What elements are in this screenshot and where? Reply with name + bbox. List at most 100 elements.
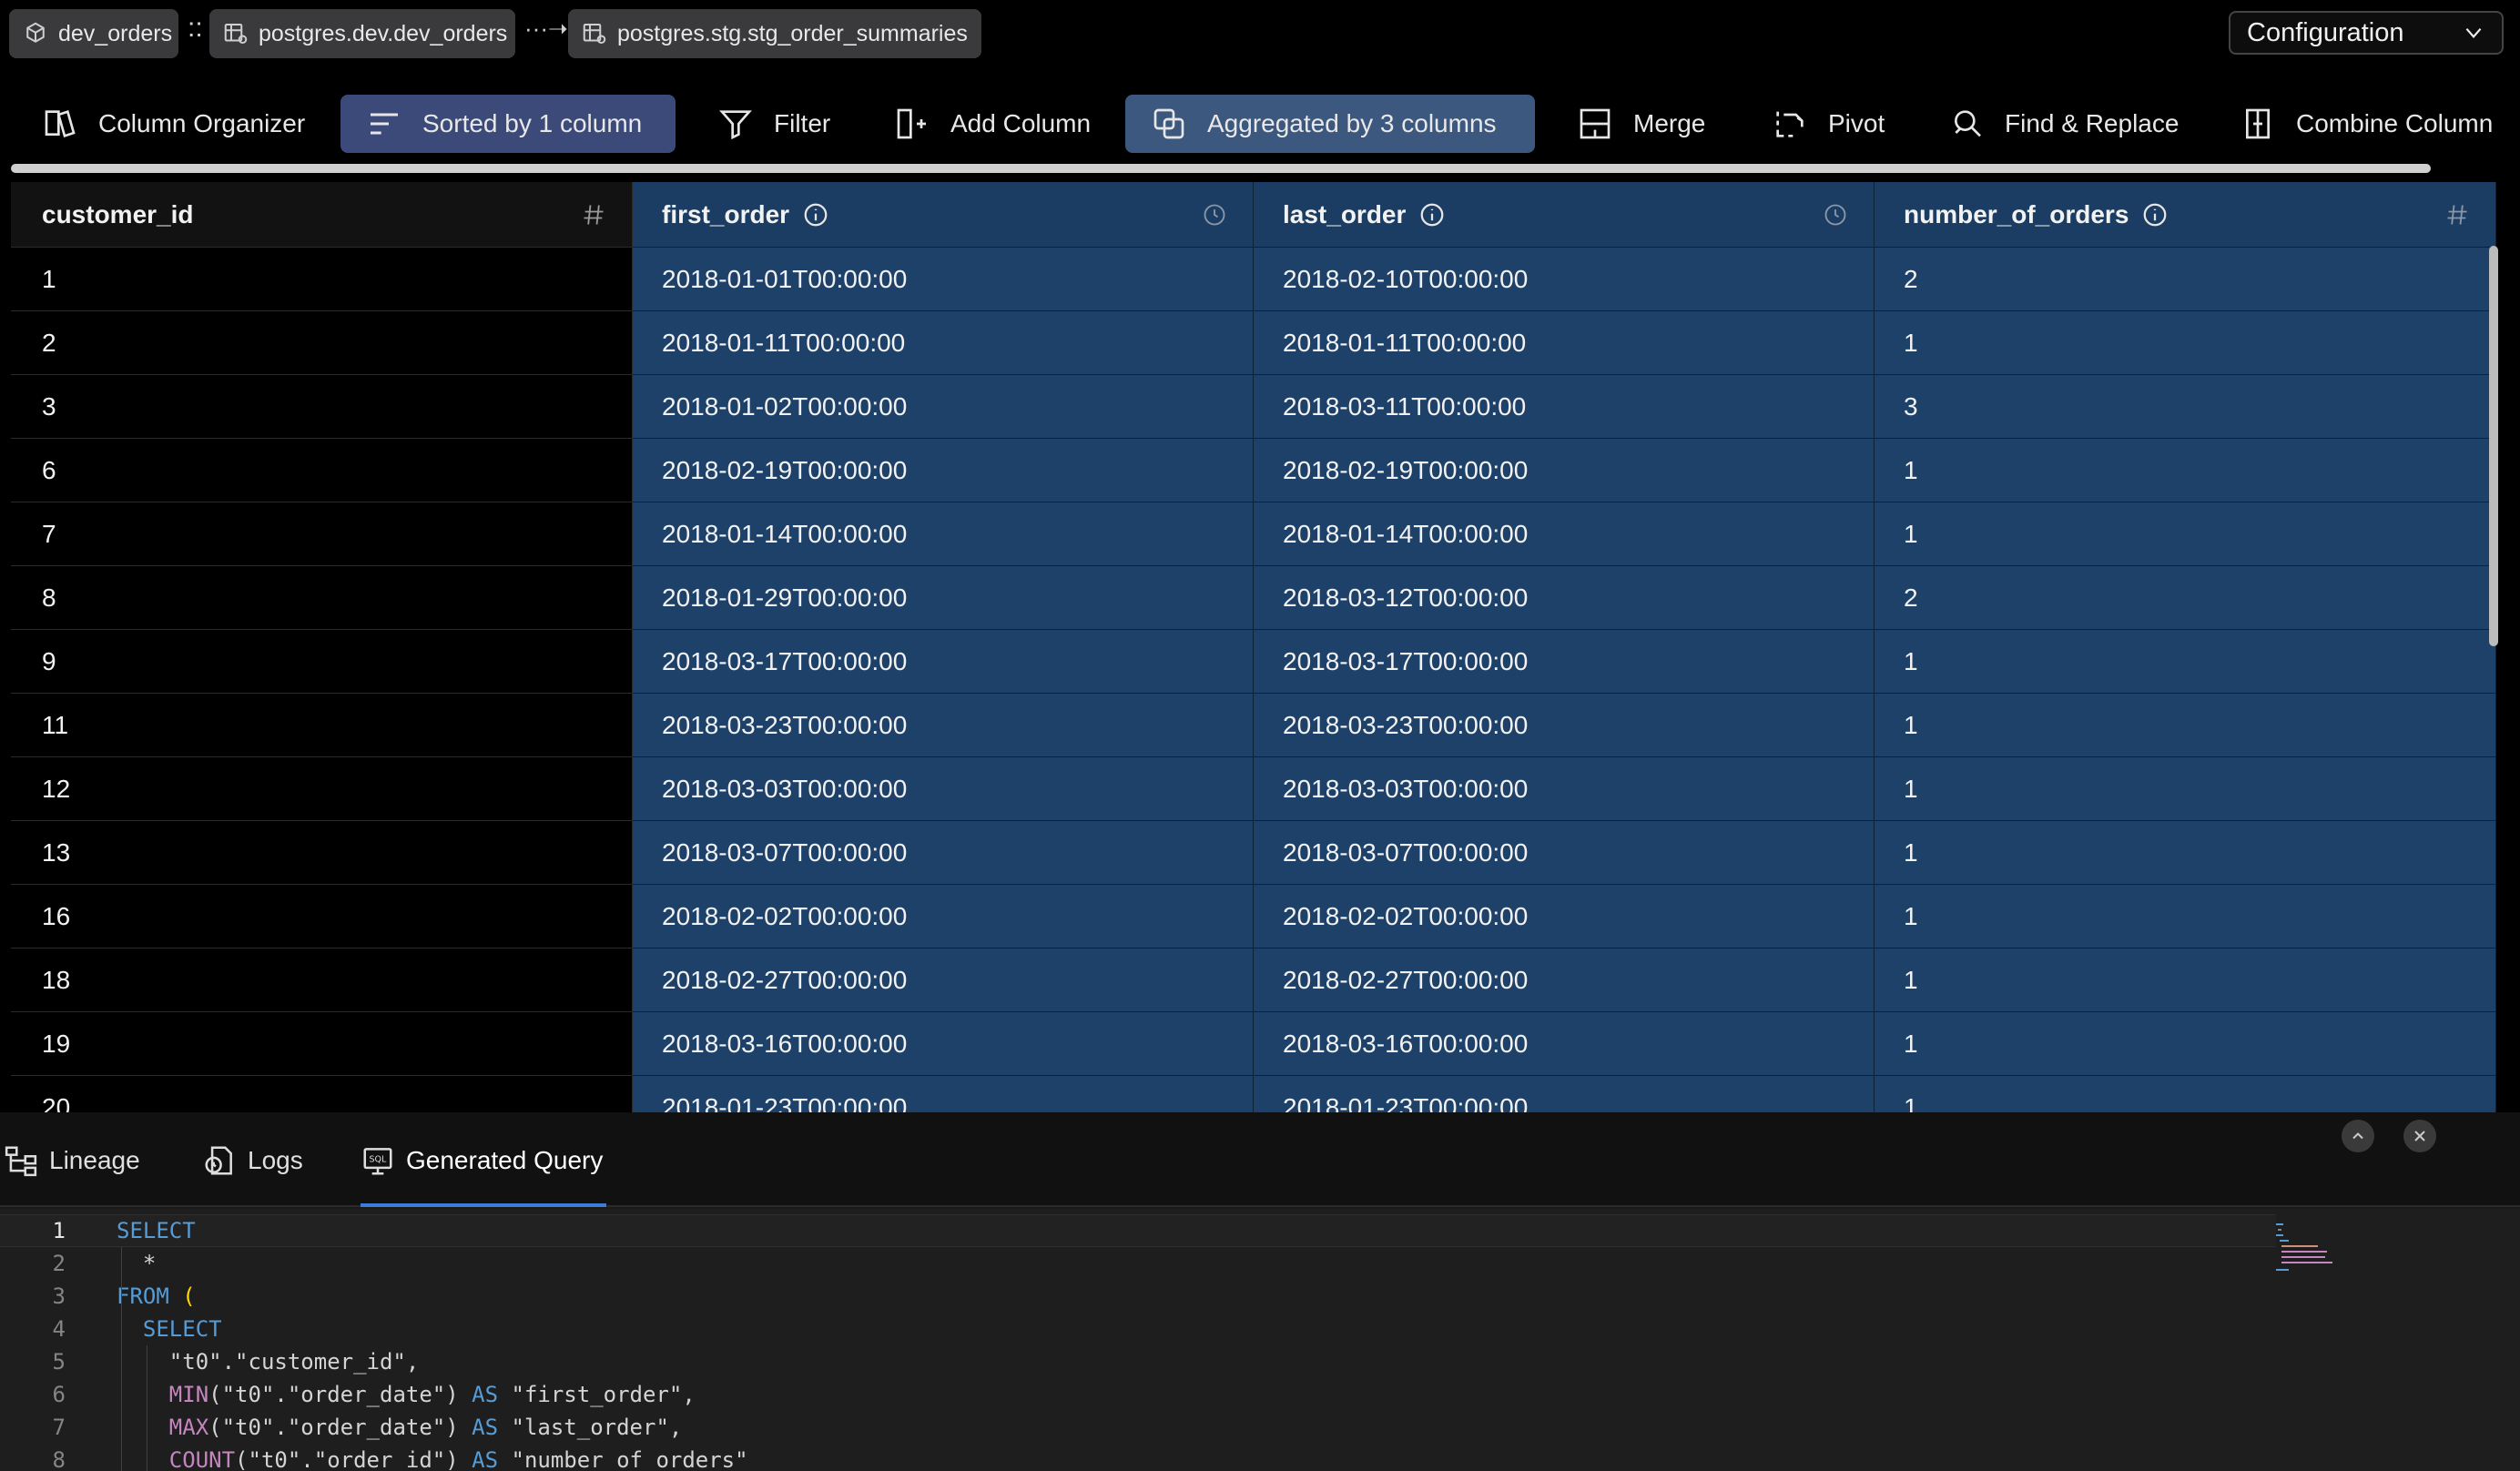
number-of-orders-cell[interactable]: 1: [1875, 1076, 2496, 1112]
combine-column-button[interactable]: Combine Column: [2214, 95, 2516, 153]
number-of-orders-cell[interactable]: 1: [1875, 885, 2496, 949]
first-order-cell[interactable]: 2018-01-23T00:00:00: [633, 1076, 1254, 1112]
customer-id-cell[interactable]: 2: [11, 311, 633, 375]
column-header-customer-id[interactable]: customer_id: [11, 182, 633, 248]
table-row[interactable]: 6 2018-02-19T00:00:00 2018-02-19T00:00:00 1: [11, 439, 2496, 502]
customer-id-cell[interactable]: 20: [11, 1076, 633, 1112]
table-row[interactable]: 1 2018-01-01T00:00:00 2018-02-10T00:00:00 2: [11, 248, 2496, 311]
configuration-dropdown[interactable]: Configuration: [2229, 11, 2504, 55]
column-header-first-order[interactable]: first_order: [633, 182, 1254, 248]
table-row[interactable]: 12 2018-03-03T00:00:00 2018-03-03T00:00:00…: [11, 757, 2496, 821]
customer-id-cell[interactable]: 18: [11, 949, 633, 1012]
table-row[interactable]: 8 2018-01-29T00:00:00 2018-03-12T00:00:00 2: [11, 566, 2496, 630]
breadcrumb-source[interactable]: postgres.dev.dev_orders: [209, 9, 515, 58]
table-row[interactable]: 2 2018-01-11T00:00:00 2018-01-11T00:00:00 1: [11, 311, 2496, 375]
customer-id-cell[interactable]: 1: [11, 248, 633, 311]
first-order-cell[interactable]: 2018-03-17T00:00:00: [633, 630, 1254, 694]
query-editor[interactable]: 1 SELECT 2 * 3 FROM (4 SELECT 5 "t0"."custome…: [0, 1209, 2520, 1471]
first-order-cell[interactable]: 2018-02-19T00:00:00: [633, 439, 1254, 502]
last-order-cell[interactable]: 2018-03-23T00:00:00: [1254, 694, 1875, 757]
first-order-cell[interactable]: 2018-01-01T00:00:00: [633, 248, 1254, 311]
pivot-button[interactable]: Pivot: [1746, 95, 1908, 153]
number-of-orders-cell[interactable]: 1: [1875, 1012, 2496, 1076]
number-of-orders-cell[interactable]: 1: [1875, 694, 2496, 757]
first-order-cell[interactable]: 2018-03-07T00:00:00: [633, 821, 1254, 885]
table-row[interactable]: 9 2018-03-17T00:00:00 2018-03-17T00:00:00 1: [11, 630, 2496, 694]
customer-id-cell[interactable]: 6: [11, 439, 633, 502]
table-row[interactable]: 11 2018-03-23T00:00:00 2018-03-23T00:00:00…: [11, 694, 2496, 757]
number-of-orders-cell[interactable]: 1: [1875, 757, 2496, 821]
last-order-cell[interactable]: 2018-03-03T00:00:00: [1254, 757, 1875, 821]
breadcrumb-model[interactable]: dev_orders: [9, 9, 178, 58]
filter-button[interactable]: Filter: [692, 95, 854, 153]
breadcrumb-target[interactable]: postgres.stg.stg_order_summaries: [568, 9, 981, 58]
merge-button[interactable]: Merge: [1551, 95, 1729, 153]
first-order-cell[interactable]: 2018-03-16T00:00:00: [633, 1012, 1254, 1076]
aggregate-button[interactable]: Aggregated by 3 columns: [1125, 95, 1535, 153]
info-icon[interactable]: [802, 201, 829, 228]
first-order-cell[interactable]: 2018-03-23T00:00:00: [633, 694, 1254, 757]
column-header-number-of-orders[interactable]: number_of_orders: [1875, 182, 2496, 248]
table-row[interactable]: 19 2018-03-16T00:00:00 2018-03-16T00:00:00…: [11, 1012, 2496, 1076]
table-row[interactable]: 3 2018-01-02T00:00:00 2018-03-11T00:00:00 3: [11, 375, 2496, 439]
last-order-cell[interactable]: 2018-02-27T00:00:00: [1254, 949, 1875, 1012]
table-row[interactable]: 13 2018-03-07T00:00:00 2018-03-07T00:00:00…: [11, 821, 2496, 885]
customer-id-cell[interactable]: 3: [11, 375, 633, 439]
first-order-cell[interactable]: 2018-01-02T00:00:00: [633, 375, 1254, 439]
first-order-cell[interactable]: 2018-02-27T00:00:00: [633, 949, 1254, 1012]
toolbar-scrollbar[interactable]: [11, 164, 2431, 173]
first-order-cell[interactable]: 2018-03-03T00:00:00: [633, 757, 1254, 821]
first-order-cell[interactable]: 2018-01-29T00:00:00: [633, 566, 1254, 630]
number-of-orders-cell[interactable]: 1: [1875, 311, 2496, 375]
sort-button[interactable]: Sorted by 1 column: [340, 95, 676, 153]
last-order-cell[interactable]: 2018-03-16T00:00:00: [1254, 1012, 1875, 1076]
number-of-orders-cell[interactable]: 1: [1875, 630, 2496, 694]
last-order-cell[interactable]: 2018-03-17T00:00:00: [1254, 630, 1875, 694]
editor-minimap[interactable]: [2276, 1223, 2376, 1278]
number-of-orders-cell[interactable]: 2: [1875, 566, 2496, 630]
customer-id-cell[interactable]: 7: [11, 502, 633, 566]
table-row[interactable]: 16 2018-02-02T00:00:00 2018-02-02T00:00:00…: [11, 885, 2496, 949]
last-order-cell[interactable]: 2018-03-11T00:00:00: [1254, 375, 1875, 439]
table-row[interactable]: 18 2018-02-27T00:00:00 2018-02-27T00:00:00…: [11, 949, 2496, 1012]
last-order-cell[interactable]: 2018-02-02T00:00:00: [1254, 885, 1875, 949]
first-order-cell[interactable]: 2018-01-14T00:00:00: [633, 502, 1254, 566]
number-of-orders-cell[interactable]: 1: [1875, 949, 2496, 1012]
number-of-orders-cell[interactable]: 3: [1875, 375, 2496, 439]
last-order-cell[interactable]: 2018-01-14T00:00:00: [1254, 502, 1875, 566]
number-of-orders-cell[interactable]: 1: [1875, 439, 2496, 502]
find-replace-button[interactable]: Find & Replace: [1923, 95, 2202, 153]
last-order-cell[interactable]: 2018-02-19T00:00:00: [1254, 439, 1875, 502]
tab-generated-query[interactable]: SQL Generated Query: [361, 1140, 603, 1182]
grid-vertical-scrollbar[interactable]: [2489, 246, 2498, 646]
number-of-orders-cell[interactable]: 1: [1875, 821, 2496, 885]
info-icon[interactable]: [2141, 201, 2169, 228]
customer-id-cell[interactable]: 9: [11, 630, 633, 694]
tab-lineage[interactable]: Lineage: [4, 1140, 140, 1182]
number-of-orders-cell[interactable]: 2: [1875, 248, 2496, 311]
last-order-cell[interactable]: 2018-01-11T00:00:00: [1254, 311, 1875, 375]
last-order-cell[interactable]: 2018-02-10T00:00:00: [1254, 248, 1875, 311]
panel-close-button[interactable]: [2403, 1120, 2436, 1152]
panel-expand-button[interactable]: [2342, 1120, 2374, 1152]
add-column-button[interactable]: Add Column: [869, 95, 1114, 153]
table-row[interactable]: 7 2018-01-14T00:00:00 2018-01-14T00:00:00 1: [11, 502, 2496, 566]
customer-id-cell[interactable]: 13: [11, 821, 633, 885]
column-header-last-order[interactable]: last_order: [1254, 182, 1875, 248]
column-organizer-button[interactable]: Column Organizer: [16, 95, 329, 153]
customer-id-cell[interactable]: 19: [11, 1012, 633, 1076]
first-order-cell[interactable]: 2018-02-02T00:00:00: [633, 885, 1254, 949]
customer-id-cell[interactable]: 8: [11, 566, 633, 630]
number-of-orders-cell[interactable]: 1: [1875, 502, 2496, 566]
customer-id-cell[interactable]: 11: [11, 694, 633, 757]
table-row[interactable]: 20 2018-01-23T00:00:00 2018-01-23T00:00:00…: [11, 1076, 2496, 1112]
customer-id-cell[interactable]: 12: [11, 757, 633, 821]
first-order-cell[interactable]: 2018-01-11T00:00:00: [633, 311, 1254, 375]
last-order-cell[interactable]: 2018-03-07T00:00:00: [1254, 821, 1875, 885]
tab-logs[interactable]: Logs: [202, 1140, 303, 1182]
last-order-cell[interactable]: 2018-03-12T00:00:00: [1254, 566, 1875, 630]
data-grid: customer_id first_order last_order numbe…: [11, 182, 2496, 1112]
customer-id-cell[interactable]: 16: [11, 885, 633, 949]
last-order-cell[interactable]: 2018-01-23T00:00:00: [1254, 1076, 1875, 1112]
info-icon[interactable]: [1418, 201, 1446, 228]
